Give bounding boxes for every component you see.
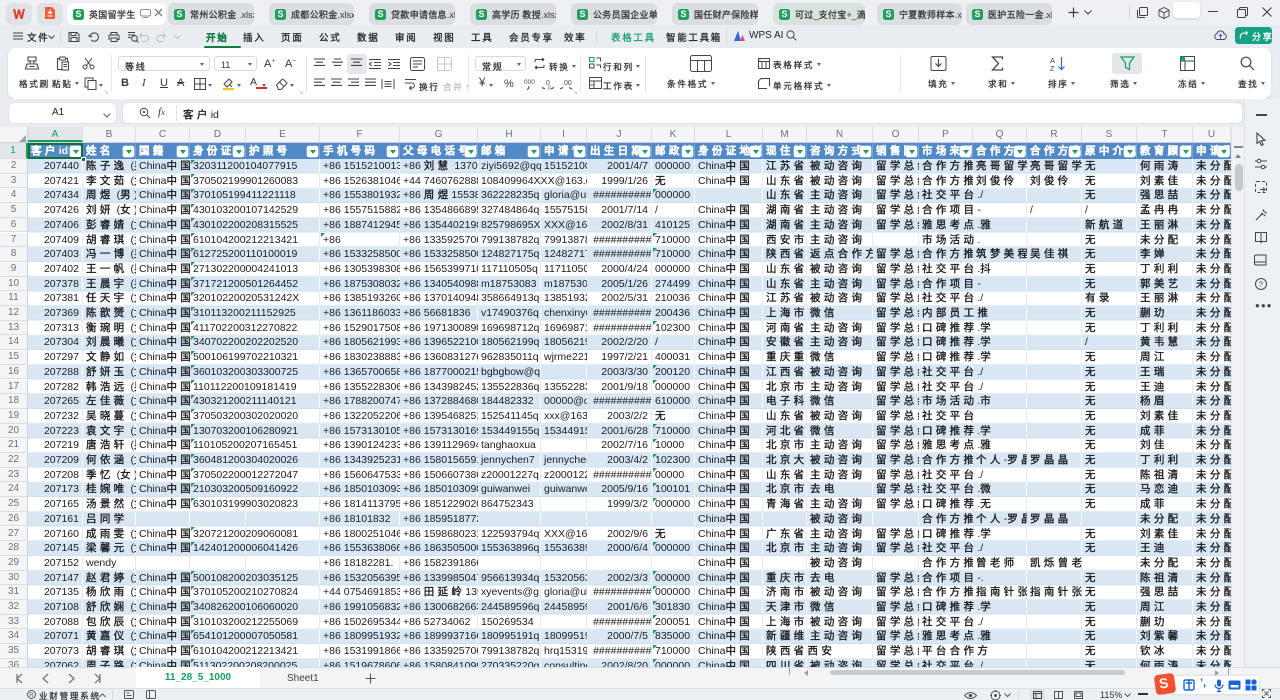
svg-text:Z: Z — [1050, 64, 1055, 73]
svg-text:.00: .00 — [562, 80, 572, 87]
svg-text:000: 000 — [524, 79, 535, 86]
svg-text:R: R — [29, 693, 34, 699]
svg-text:0: 0 — [548, 86, 551, 92]
svg-text:?: ? — [1259, 280, 1263, 289]
